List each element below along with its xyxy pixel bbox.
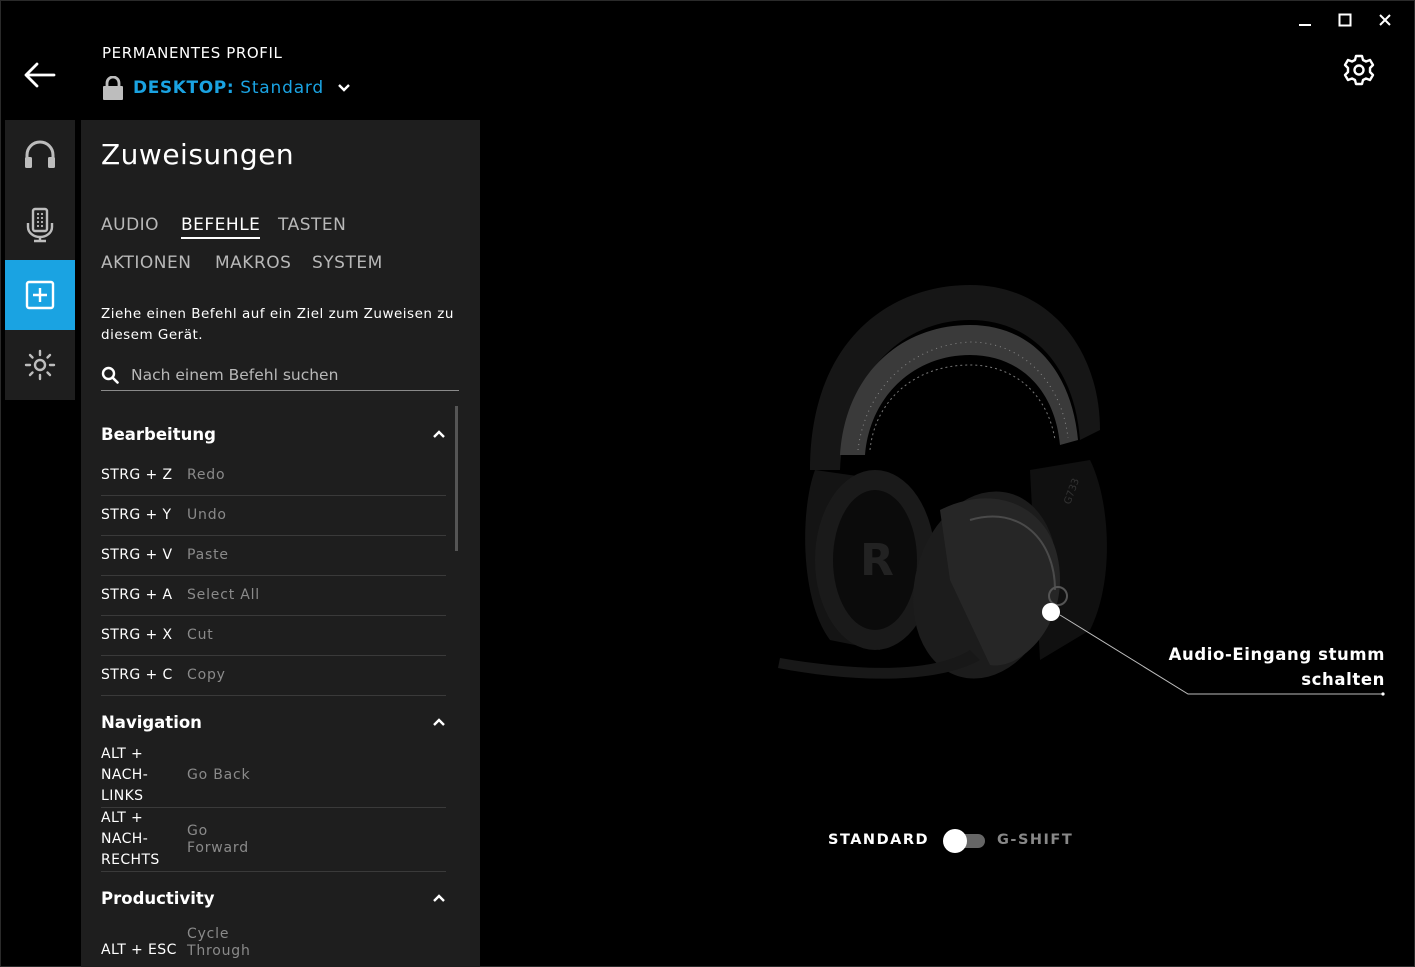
rail-item-headset[interactable] <box>5 120 75 190</box>
list-scrollbar[interactable] <box>455 406 458 551</box>
tab-befehle[interactable]: BEFEHLE <box>181 215 261 239</box>
tab-makros[interactable]: MAKROS <box>215 253 291 273</box>
instruction-text: Ziehe einen Befehl auf ein Ziel zum Zuwe… <box>101 306 454 343</box>
command-shortcut: STRG + Z <box>101 467 173 483</box>
command-name: Paste <box>187 547 229 563</box>
panel-title: Zuweisungen <box>101 138 295 171</box>
command-item[interactable]: STRG + C Copy <box>101 656 446 696</box>
command-shortcut: STRG + C <box>101 667 173 683</box>
microphone-icon <box>26 207 54 243</box>
command-name: Go Back <box>187 767 251 783</box>
command-item[interactable]: STRG + A Select All <box>101 576 446 616</box>
profile-name: Standard <box>240 78 324 98</box>
command-item[interactable]: ALT + ESC Cycle Through <box>101 920 446 967</box>
command-item[interactable]: STRG + Z Redo <box>101 456 446 496</box>
mode-label-standard: STANDARD <box>828 832 930 848</box>
back-button[interactable] <box>22 60 58 90</box>
command-shortcut: ALT + ESC <box>101 942 177 958</box>
window-controls <box>1285 8 1405 32</box>
command-shortcut: STRG + V <box>101 547 173 563</box>
search-field <box>101 360 459 391</box>
tab-tasten[interactable]: TASTEN <box>278 215 346 235</box>
command-name: Redo <box>187 467 226 483</box>
search-input[interactable] <box>131 366 451 384</box>
plus-square-icon <box>25 280 55 310</box>
section-header-bearbeitung[interactable]: Bearbeitung <box>101 408 446 456</box>
profile-label: PERMANENTES PROFIL <box>102 44 283 62</box>
maximize-icon <box>1338 13 1352 27</box>
command-item[interactable]: ALT + NACH-RECHTS Go Forward <box>101 808 446 872</box>
maximize-button[interactable] <box>1325 8 1365 32</box>
chevron-up-icon <box>433 894 445 902</box>
command-name: Select All <box>187 587 260 603</box>
command-name: Cut <box>187 627 214 643</box>
close-button[interactable] <box>1365 8 1405 32</box>
tab-audio[interactable]: AUDIO <box>101 215 159 235</box>
chevron-up-icon <box>433 718 445 726</box>
mute-button-callout[interactable]: Audio-Eingang stumm schalten <box>1155 642 1385 692</box>
minimize-icon <box>1299 24 1311 26</box>
command-name: Copy <box>187 667 226 683</box>
command-item[interactable]: ALT + NACH-LINKS Go Back <box>101 744 446 808</box>
command-item[interactable]: STRG + V Paste <box>101 536 446 576</box>
section-header-productivity[interactable]: Productivity <box>101 872 446 920</box>
command-name: Undo <box>187 507 227 523</box>
rail-item-lighting[interactable] <box>5 330 75 400</box>
chevron-down-icon <box>338 84 350 92</box>
mode-label-gshift: G-SHIFT <box>997 832 1074 848</box>
close-icon <box>1379 14 1391 26</box>
command-shortcut: STRG + X <box>101 627 173 643</box>
gshift-mode-switch: STANDARD G-SHIFT <box>828 829 1074 853</box>
rail-item-microphone[interactable] <box>5 190 75 260</box>
device-nav-rail <box>5 120 75 400</box>
search-icon <box>101 366 119 384</box>
command-name: Cycle Through <box>187 926 251 959</box>
headphones-icon <box>25 140 55 168</box>
gear-icon <box>1343 54 1375 86</box>
profile-selector[interactable]: DESKTOP: Standard <box>102 76 352 100</box>
tab-aktionen[interactable]: AKTIONEN <box>101 253 191 273</box>
lock-icon <box>103 76 123 100</box>
command-shortcut: STRG + Y <box>101 507 172 523</box>
section-title: Productivity <box>101 888 215 908</box>
arrow-left-icon <box>24 62 56 88</box>
profile-prefix: DESKTOP: <box>133 78 235 98</box>
svg-text:R: R <box>860 535 894 586</box>
command-item[interactable]: STRG + Y Undo <box>101 496 446 536</box>
toggle-knob <box>943 829 968 853</box>
section-header-navigation[interactable]: Navigation <box>101 696 446 744</box>
headset-image: R G733 <box>778 285 1107 679</box>
gshift-toggle[interactable] <box>943 829 986 853</box>
rail-item-assignments[interactable] <box>5 260 75 330</box>
section-title: Bearbeitung <box>101 424 216 444</box>
sun-icon <box>24 349 56 381</box>
command-shortcut: STRG + A <box>101 587 173 603</box>
command-name: Go Forward <box>187 822 249 856</box>
assignments-panel: Zuweisungen AUDIO BEFEHLE TASTEN AKTIONE… <box>81 120 480 967</box>
settings-button[interactable] <box>1342 53 1376 87</box>
section-title: Navigation <box>101 712 202 732</box>
command-item[interactable]: STRG + X Cut <box>101 616 446 656</box>
command-shortcut: ALT + NACH-LINKS <box>101 746 149 804</box>
chevron-up-icon <box>433 430 445 438</box>
minimize-button[interactable] <box>1285 8 1325 32</box>
command-list: Bearbeitung STRG + Z Redo STRG + Y Undo … <box>101 408 446 967</box>
tab-system[interactable]: SYSTEM <box>312 253 383 273</box>
command-shortcut: ALT + NACH-RECHTS <box>101 810 160 868</box>
